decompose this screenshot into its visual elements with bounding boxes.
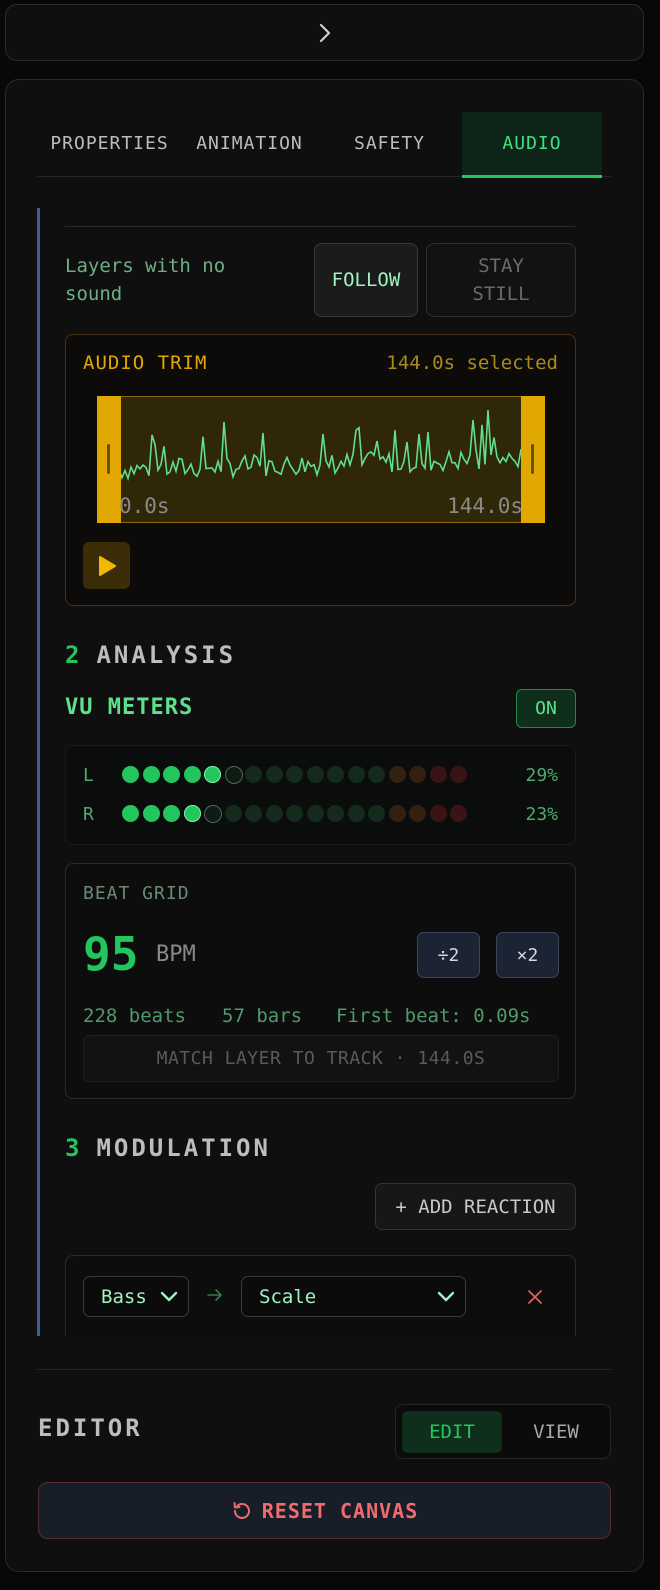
vu-segment bbox=[450, 766, 467, 783]
trim-end-label: 144.0s bbox=[447, 494, 523, 518]
collapse-bar[interactable] bbox=[5, 4, 644, 61]
reaction-target-select[interactable]: Scale bbox=[241, 1276, 466, 1317]
vu-percent-right: 23% bbox=[525, 804, 558, 825]
follow-button[interactable]: FOLLOW bbox=[314, 243, 418, 317]
vu-percent-left: 29% bbox=[525, 765, 558, 786]
vu-segment bbox=[347, 805, 365, 822]
bar-count: 57 bars bbox=[222, 1005, 303, 1027]
vu-meters-title: VU METERS bbox=[65, 695, 194, 720]
vu-meter-panel: L 29% R 23% bbox=[65, 745, 576, 845]
editor-mode-toggle: EDIT VIEW bbox=[395, 1404, 611, 1459]
tab-bar: PROPERTIES ANIMATION SAFETY AUDIO bbox=[37, 112, 611, 178]
vu-segment bbox=[183, 766, 201, 783]
trim-end-handle[interactable] bbox=[521, 396, 545, 523]
reaction-source-select[interactable]: Bass bbox=[83, 1276, 189, 1317]
modulation-heading: 3 MODULATION bbox=[65, 1134, 271, 1162]
tab-audio[interactable]: AUDIO bbox=[462, 112, 602, 178]
beat-count: 228 beats bbox=[83, 1005, 186, 1027]
tab-properties[interactable]: PROPERTIES bbox=[37, 112, 182, 175]
bpm-value: 95 bbox=[83, 927, 139, 981]
vu-segment bbox=[368, 766, 385, 783]
vu-channel-label-left: L bbox=[83, 765, 94, 786]
vu-segment bbox=[347, 766, 365, 783]
vu-segment bbox=[286, 805, 303, 822]
arrow-right-icon bbox=[207, 1289, 222, 1301]
divider bbox=[65, 226, 575, 227]
reset-canvas-label: RESET CANVAS bbox=[261, 1498, 419, 1523]
vu-segment bbox=[122, 805, 139, 822]
vu-segment bbox=[122, 766, 139, 783]
vu-meters-toggle[interactable]: ON bbox=[516, 689, 576, 728]
vu-meter-right bbox=[122, 805, 482, 825]
vu-segment bbox=[368, 805, 385, 822]
trim-start-handle[interactable] bbox=[97, 396, 121, 523]
halve-bpm-button[interactable]: ÷2 bbox=[417, 932, 480, 978]
vu-segment bbox=[327, 766, 344, 783]
vu-segment bbox=[429, 766, 447, 783]
first-beat: First beat: 0.09s bbox=[336, 1005, 531, 1027]
vu-segment bbox=[245, 805, 262, 822]
vu-segment bbox=[265, 805, 283, 822]
vu-segment bbox=[224, 766, 243, 784]
beat-grid-card: BEAT GRID 95 BPM ÷2 ×2 228 beats 57 bars… bbox=[65, 863, 576, 1099]
vu-segment bbox=[450, 805, 467, 822]
match-layer-button[interactable]: MATCH LAYER TO TRACK · 144.0S bbox=[83, 1035, 559, 1082]
reset-canvas-button[interactable]: RESET CANVAS bbox=[38, 1482, 611, 1539]
reaction-card: Bass Scale bbox=[65, 1255, 576, 1336]
vu-segment bbox=[204, 766, 221, 783]
audio-trim-card: AUDIO TRIM 144.0s selected 0.0s 144.0s bbox=[65, 334, 576, 606]
vu-segment bbox=[429, 805, 447, 822]
editor-label: EDITOR bbox=[38, 1414, 143, 1442]
bpm-unit: BPM bbox=[156, 942, 196, 967]
chevron-right-icon bbox=[319, 23, 330, 42]
trim-start-label: 0.0s bbox=[119, 494, 170, 518]
chevron-down-icon bbox=[160, 1291, 178, 1302]
vu-segment bbox=[224, 805, 242, 822]
double-bpm-button[interactable]: ×2 bbox=[496, 932, 559, 978]
tab-safety[interactable]: SAFETY bbox=[327, 112, 452, 175]
vu-segment bbox=[265, 766, 283, 783]
reset-icon bbox=[233, 1501, 250, 1519]
remove-reaction-icon[interactable] bbox=[527, 1289, 543, 1305]
vu-segment bbox=[286, 766, 303, 783]
play-button[interactable] bbox=[83, 542, 130, 589]
vu-segment bbox=[409, 805, 426, 822]
audio-trim-title: AUDIO TRIM bbox=[83, 352, 208, 374]
no-sound-label: Layers with no sound bbox=[65, 255, 226, 305]
vu-channel-label-right: R bbox=[83, 804, 94, 825]
edit-mode-button[interactable]: EDIT bbox=[402, 1411, 502, 1453]
vu-segment bbox=[183, 805, 201, 822]
vu-segment bbox=[306, 805, 324, 822]
stay-still-button[interactable]: STAY STILL bbox=[426, 243, 576, 317]
reaction-source-value: Bass bbox=[101, 1285, 147, 1308]
play-icon bbox=[98, 555, 116, 576]
vu-segment bbox=[388, 805, 406, 822]
view-mode-button[interactable]: VIEW bbox=[506, 1411, 606, 1453]
analysis-heading: 2 ANALYSIS bbox=[65, 641, 237, 669]
vu-meter-left bbox=[122, 766, 482, 786]
trim-selected-text: 144.0s selected bbox=[386, 352, 558, 374]
chevron-down-icon bbox=[437, 1291, 455, 1302]
vu-segment bbox=[409, 766, 426, 783]
reaction-target-value: Scale bbox=[259, 1285, 317, 1308]
vu-segment bbox=[163, 766, 180, 783]
vu-segment bbox=[306, 766, 324, 783]
vu-segment bbox=[388, 766, 406, 783]
audio-settings-scroll[interactable]: Layers with no sound FOLLOW STAY STILL A… bbox=[37, 208, 611, 1336]
beat-grid-title: BEAT GRID bbox=[83, 883, 190, 904]
vu-segment bbox=[245, 766, 262, 783]
scroll-accent-line bbox=[37, 208, 40, 1336]
footer-divider bbox=[37, 1369, 611, 1370]
vu-segment bbox=[204, 805, 222, 823]
waveform[interactable]: 0.0s 144.0s bbox=[97, 396, 545, 523]
add-reaction-button[interactable]: + ADD REACTION bbox=[375, 1183, 576, 1230]
vu-segment bbox=[142, 805, 160, 822]
vu-segment bbox=[142, 766, 160, 783]
vu-segment bbox=[163, 805, 180, 822]
vu-segment bbox=[327, 805, 344, 822]
tab-animation[interactable]: ANIMATION bbox=[182, 112, 317, 175]
